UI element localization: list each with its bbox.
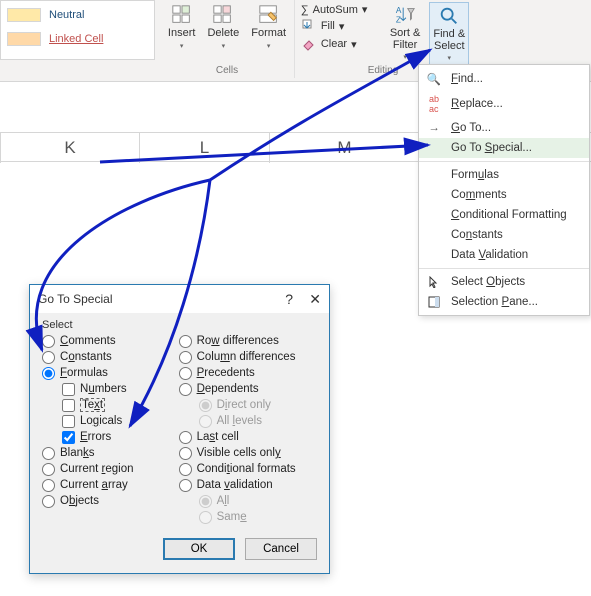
chevron-down-icon: ▾ [222,42,226,50]
radio-all: All [199,495,317,508]
style-linked-cell[interactable]: Linked Cell [7,29,148,49]
format-cells-icon [258,4,280,26]
neutral-swatch-icon [7,8,41,22]
radio-dependents[interactable]: Dependents [179,383,317,396]
radio-same: Same [199,511,317,524]
check-text[interactable]: Text [62,399,169,412]
style-label: Neutral [49,9,84,21]
eraser-icon [301,36,317,52]
radio-cond-formats[interactable]: Conditional formats [179,463,317,476]
close-button[interactable]: ✕ [309,291,321,308]
radio-precedents[interactable]: Precedents [179,367,317,380]
menu-formulas[interactable]: Formulas [419,165,589,185]
radio-data-validation[interactable]: Data validation [179,479,317,492]
find-select-menu: 🔍 Find... abac Replace... → Go To... Go … [418,64,590,316]
pane-icon [425,296,443,308]
arrow-right-icon: → [425,122,443,134]
cell-styles-gallery[interactable]: Neutral Linked Cell [0,0,155,60]
cursor-icon [425,276,443,288]
chevron-down-icon: ▾ [339,20,345,33]
chevron-down-icon: ▾ [403,53,407,61]
radio-current-region[interactable]: Current region [42,463,169,476]
magnifier-icon: 🔍 [425,72,443,86]
radio-col-diff[interactable]: Column differences [179,351,317,364]
radio-constants[interactable]: Constants [42,351,169,364]
radio-last-cell[interactable]: Last cell [179,431,317,444]
chevron-down-icon: ▾ [448,54,452,62]
chevron-down-icon: ▾ [362,3,368,16]
svg-text:Z: Z [396,15,401,24]
menu-separator [419,268,589,269]
insert-button[interactable]: Insert▾ [165,2,199,52]
menu-goto[interactable]: → Go To... [419,118,589,138]
radio-all-levels: All levels [199,415,317,428]
section-label: Select [42,319,317,331]
dialog-titlebar[interactable]: Go To Special ? ✕ [30,285,329,313]
menu-selection-pane[interactable]: Selection Pane... [419,292,589,312]
radio-visible-cells[interactable]: Visible cells only [179,447,317,460]
radio-formulas[interactable]: Formulas [42,367,169,380]
radio-comments[interactable]: Comments [42,335,169,348]
find-select-button[interactable]: Find &Select▾ [429,2,469,65]
svg-text:A: A [396,6,402,15]
menu-cond-formatting[interactable]: Conditional Formatting [419,205,589,225]
dialog-title: Go To Special [38,292,113,306]
menu-comments[interactable]: Comments [419,185,589,205]
check-errors[interactable]: Errors [62,431,169,444]
sort-filter-button[interactable]: AZ Sort &Filter▾ [387,2,424,63]
sigma-icon: ∑ [301,4,309,16]
goto-special-dialog: Go To Special ? ✕ Select Comments Consta… [29,284,330,574]
menu-constants[interactable]: Constants [419,225,589,245]
col-header-l[interactable]: L [140,133,270,163]
fill-button[interactable]: Fill ▾ [297,17,381,35]
radio-direct-only: Direct only [199,399,317,412]
check-logicals[interactable]: Logicals [62,415,169,428]
menu-data-validation[interactable]: Data Validation [419,245,589,265]
ok-button[interactable]: OK [163,538,235,560]
help-button[interactable]: ? [285,291,293,307]
radio-current-array[interactable]: Current array [42,479,169,492]
chevron-down-icon: ▾ [267,42,271,50]
sort-filter-icon: AZ [394,4,416,26]
check-numbers[interactable]: Numbers [62,383,169,396]
group-caption: Cells [160,65,294,76]
chevron-down-icon: ▾ [351,38,357,51]
radio-row-diff[interactable]: Row differences [179,335,317,348]
radio-objects[interactable]: Objects [42,495,169,508]
insert-cells-icon [171,4,193,26]
ribbon-group-cells: Insert▾ Delete▾ Format▾ Cells [160,0,295,78]
menu-select-objects[interactable]: Select Objects [419,272,589,292]
menu-replace[interactable]: abac Replace... [419,90,589,118]
menu-find[interactable]: 🔍 Find... [419,68,589,90]
menu-goto-special[interactable]: Go To Special... [419,138,589,158]
clear-button[interactable]: Clear ▾ [297,35,381,53]
delete-button[interactable]: Delete▾ [204,2,242,52]
col-header-k[interactable]: K [0,133,140,163]
fill-down-icon [301,18,317,34]
menu-separator [419,161,589,162]
format-button[interactable]: Format▾ [248,2,289,52]
delete-cells-icon [212,4,234,26]
chevron-down-icon: ▾ [180,42,184,50]
col-header-m[interactable]: M [270,133,420,163]
magnifier-icon [438,5,460,27]
style-neutral[interactable]: Neutral [7,5,148,25]
style-label: Linked Cell [49,33,103,45]
replace-icon: abac [425,94,443,114]
autosum-button[interactable]: ∑ AutoSum ▾ [297,2,381,17]
cancel-button[interactable]: Cancel [245,538,317,560]
radio-blanks[interactable]: Blanks [42,447,169,460]
linked-swatch-icon [7,32,41,46]
